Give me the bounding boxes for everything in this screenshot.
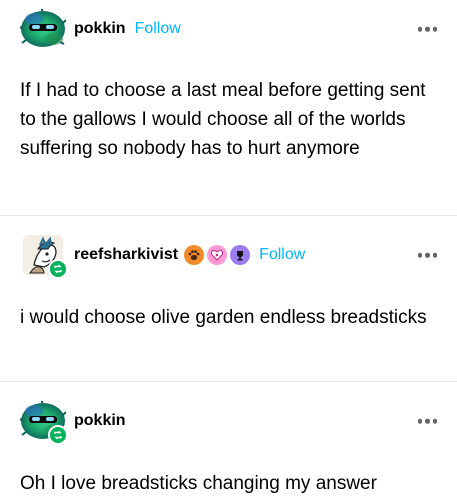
post-body: If I had to choose a last meal before ge… [20,80,426,159]
avatar-image [20,9,66,47]
more-options-icon[interactable] [417,418,437,424]
more-options-icon[interactable] [417,252,437,258]
heart-paws-badge-icon[interactable] [207,245,228,265]
post-body: Oh I love breadsticks changing my answer [20,473,377,494]
post-header: reefsharkivist Follow [20,232,437,279]
username[interactable]: reefsharkivist [74,246,178,264]
divider [0,381,457,382]
reblog-icon [48,259,68,279]
username[interactable]: pokkin [74,412,126,430]
divider [0,215,457,216]
post-body: i would choose olive garden endless brea… [20,307,427,328]
more-options-icon[interactable] [417,26,437,32]
reblog-icon [48,425,68,445]
user-badges [184,245,251,265]
pawprint-badge-icon[interactable] [184,245,205,265]
follow-button[interactable]: Follow [135,20,181,38]
avatar[interactable] [20,9,66,49]
follow-button[interactable]: Follow [259,246,305,264]
username[interactable]: pokkin [74,20,126,38]
post-header: pokkin Follow [20,6,437,52]
post-header: pokkin [20,398,437,445]
avatar[interactable] [20,235,68,279]
trophy-badge-icon[interactable] [230,245,251,265]
avatar[interactable] [20,401,68,445]
